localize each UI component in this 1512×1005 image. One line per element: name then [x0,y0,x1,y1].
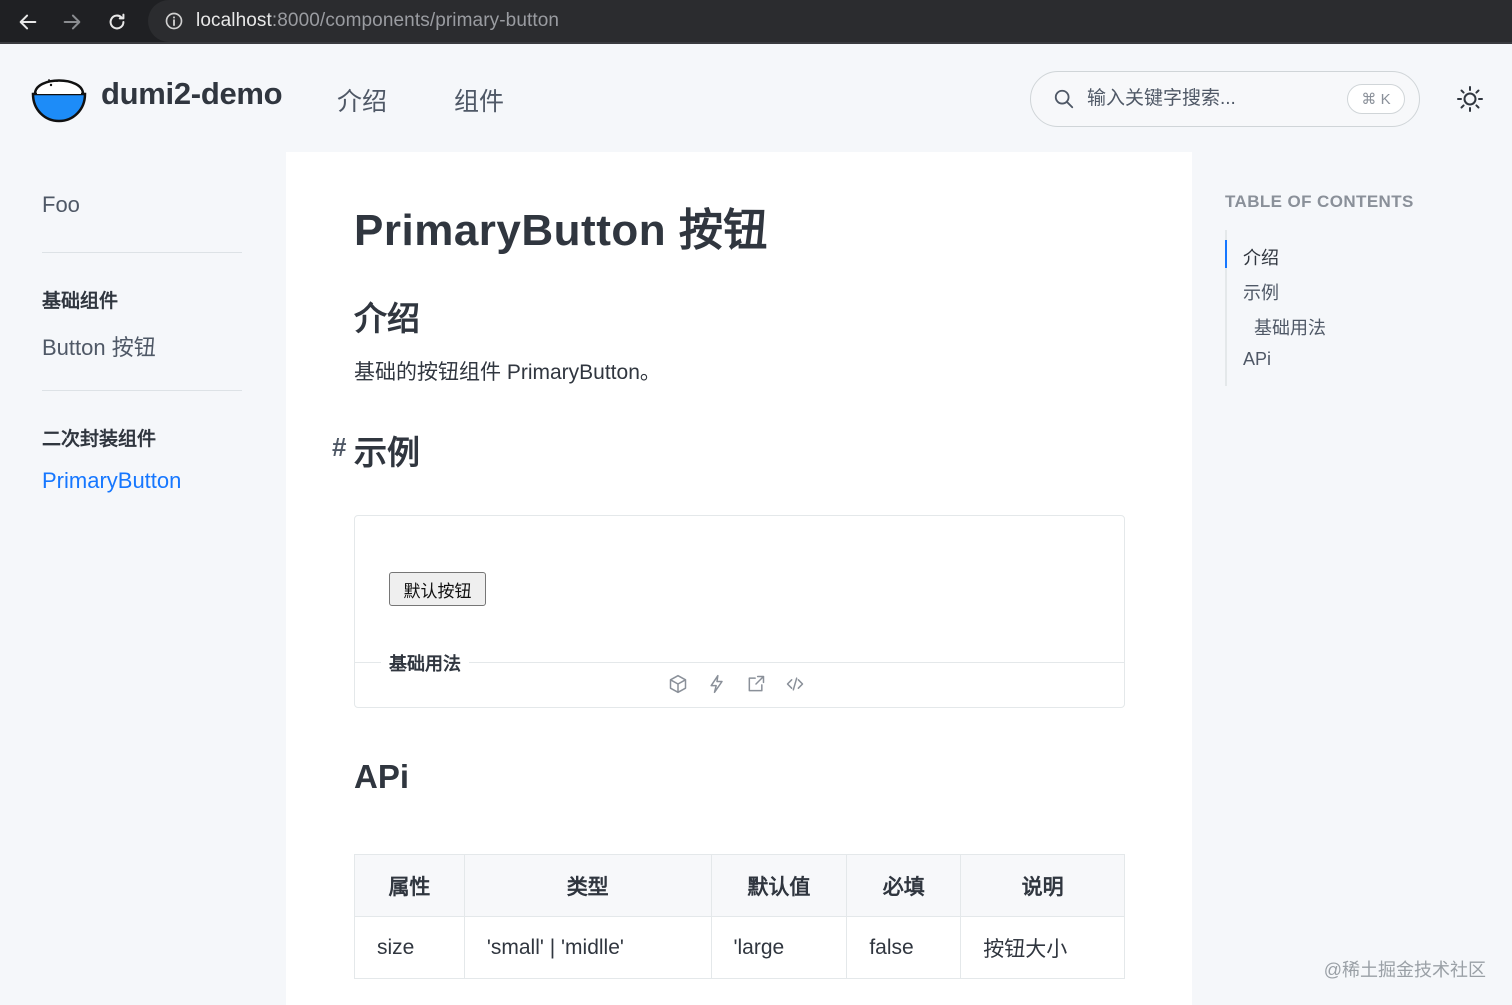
nav-item-components[interactable]: 组件 [454,82,504,118]
sidebar-divider [42,390,242,391]
intro-text: 基础的按钮组件 PrimaryButton。 [354,361,661,384]
table-cell: 'large [710,916,848,979]
nav-item-intro[interactable]: 介绍 [337,82,387,118]
search-icon [1054,89,1074,109]
demo-preview: 默认按钮 基础用法 [354,515,1125,708]
sun-icon[interactable] [1455,84,1485,114]
browser-toolbar: localhost:8000/components/primary-button [0,0,1512,44]
section-heading-example: 示例 [354,434,420,471]
table-header-cell: 说明 [960,854,1125,917]
table-cell: 'small' | 'midlle' [463,916,712,979]
code-icon[interactable] [785,674,805,694]
table-of-contents: TABLE OF CONTENTS 介绍 示例 基础用法 APi [1192,152,1512,1005]
default-button[interactable]: 默认按钮 [389,572,486,606]
reload-button[interactable] [101,6,133,38]
table-header-cell: 类型 [463,854,712,917]
heading-anchor-link[interactable]: # [332,432,346,463]
table-row: size 'small' | 'midlle' 'large false 按钮大… [354,916,1125,979]
site-header: dumi2-demo 介绍 组件 ⌘ K [0,46,1512,152]
toc-active-indicator [1225,240,1227,268]
demo-divider [355,662,1124,663]
search-shortcut-badge: ⌘ K [1347,84,1405,114]
section-heading-api: APi [354,758,410,795]
forward-button[interactable] [56,6,88,38]
brand-name[interactable]: dumi2-demo [101,76,283,112]
main-content: PrimaryButton 按钮 介绍 基础的按钮组件 PrimaryButto… [286,152,1192,1005]
url-text: localhost:8000/components/primary-button [196,10,559,32]
table-header-row: 属性 类型 默认值 必填 说明 [354,854,1125,917]
sidebar-item-primary-button[interactable]: PrimaryButton [42,468,181,494]
reload-icon [109,13,125,30]
sidebar-divider [42,252,242,253]
table-header-cell: 必填 [846,854,962,917]
arrow-right-icon [63,14,81,30]
sidebar-group-wrapped: 二次封装组件 [42,429,157,450]
sidebar-item-foo[interactable]: Foo [42,192,80,218]
table-cell: 按钮大小 [960,916,1125,979]
url-path: :8000/components/primary-button [271,10,560,31]
dumi-logo-icon[interactable] [29,66,89,124]
section-heading-intro: 介绍 [354,300,420,337]
address-bar[interactable]: localhost:8000/components/primary-button [148,0,1512,42]
search-input[interactable] [1087,80,1337,118]
search-box[interactable]: ⌘ K [1030,71,1420,127]
codesandbox-icon[interactable] [668,674,688,694]
arrow-left-icon [19,14,37,30]
toc-item-api[interactable]: APi [1243,349,1271,370]
toc-title: TABLE OF CONTENTS [1225,192,1414,211]
table-cell: false [846,916,962,979]
toc-item-intro[interactable]: 介绍 [1243,244,1279,270]
stackblitz-icon[interactable] [707,674,727,694]
sidebar-item-button[interactable]: Button 按钮 [42,330,156,362]
sidebar-group-basic: 基础组件 [42,291,119,312]
toc-item-example[interactable]: 示例 [1243,279,1279,305]
url-host: localhost [196,10,272,31]
page-title: PrimaryButton 按钮 [354,206,768,255]
demo-actions [668,674,805,696]
table-header-cell: 默认值 [710,854,848,917]
demo-caption: 基础用法 [381,650,469,676]
table-cell: size [354,916,465,979]
table-header-cell: 属性 [354,854,465,917]
open-external-icon[interactable] [746,674,766,694]
watermark: @稀土掘金技术社区 [1323,960,1486,980]
sidebar: Foo 基础组件 Button 按钮 二次封装组件 PrimaryButton [0,152,286,1005]
toc-item-basic-usage[interactable]: 基础用法 [1254,314,1326,340]
api-table: 属性 类型 默认值 必填 说明 size 'small' | 'midlle' … [354,854,1125,979]
back-button[interactable] [12,6,44,38]
info-icon [165,12,183,30]
